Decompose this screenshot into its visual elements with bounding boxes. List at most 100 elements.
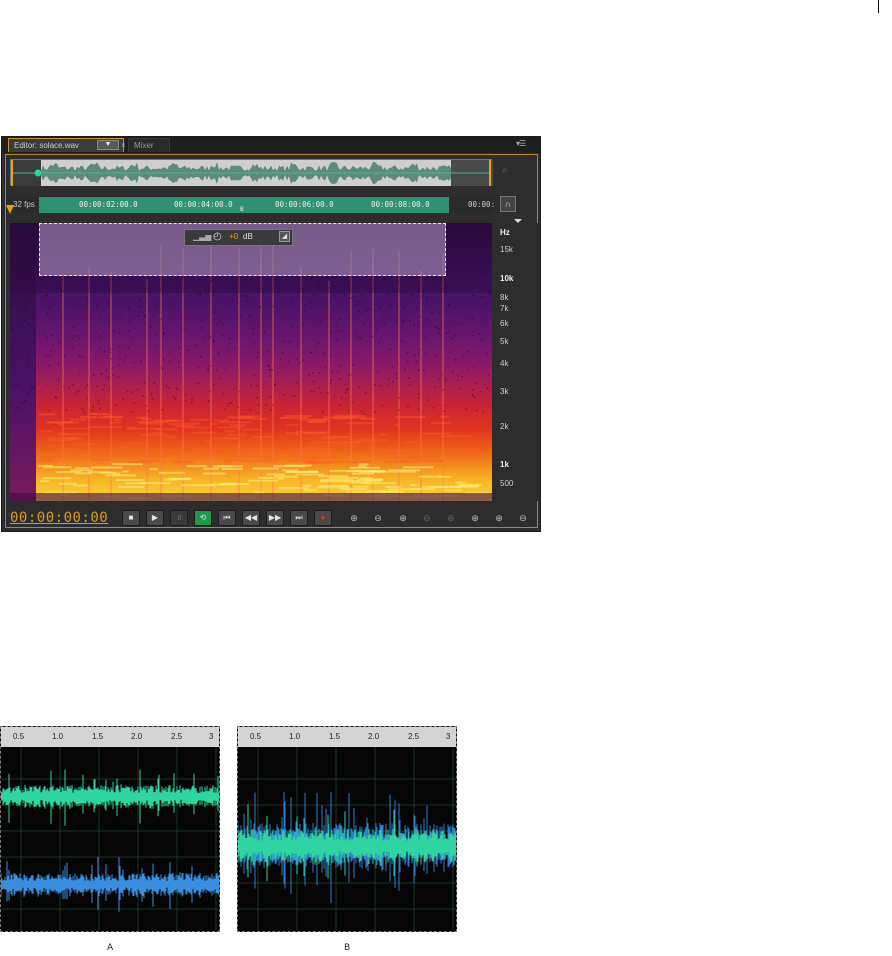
harmonic-band [41,456,63,459]
pin-icon[interactable]: ◢ [279,231,290,242]
harmonic-band [70,418,86,421]
volume-knob-icon[interactable]: ◴ [213,231,222,242]
noise-speck [398,409,400,412]
noise-speck [95,338,97,340]
play-button[interactable]: ▶ [146,510,164,526]
headphones-icon[interactable]: ∩ [500,196,516,212]
noise-speck [71,346,74,349]
zoom-in-time-icon[interactable]: ⊕ [395,511,411,525]
zoom-out-time-icon[interactable]: ⊖ [419,511,435,525]
noise-speck [32,332,35,335]
tab-editor[interactable]: Editor: solace.wav ▼ × [8,138,126,153]
noise-speck [249,409,252,412]
freq-unit: Hz [500,228,510,237]
frame-rate-label: 32 fps [13,200,35,209]
record-button[interactable]: ● [314,510,332,526]
harmonic-band [308,461,319,464]
noise-speck [401,327,403,329]
harmonic-band [191,431,216,434]
current-time-display[interactable]: 00:00:00:00 [10,510,108,526]
tab-mixer[interactable]: Mixer [128,138,170,152]
noise-speck [109,351,112,354]
zoom-out-full-icon[interactable]: ⊖ [515,511,531,525]
zoom-to-selection-icon[interactable]: ⊕ [443,511,459,525]
freq-label: 15k [500,245,513,254]
noise-speck [427,399,429,401]
harmonic-band [463,451,482,454]
noise-speck [424,352,427,355]
harmonic-band [112,463,143,466]
noise-speck [358,386,360,388]
go-to-end-button[interactable]: ⏭ [290,510,308,526]
harmonic-band [125,426,136,429]
noise-speck [447,357,449,359]
noise-speck [405,319,407,321]
noise-speck [29,389,32,391]
harmonic-band [357,478,384,481]
fast-forward-button[interactable]: ▶▶ [266,510,284,526]
harmonic-band [183,426,210,429]
noise-speck [383,323,386,325]
panel-menu-icon[interactable]: ▾☰ [516,139,526,148]
noise-speck [98,347,101,350]
noise-speck [96,304,98,306]
noise-speck [437,328,440,330]
playhead-marker[interactable] [6,205,14,214]
noise-speck [163,332,165,334]
noise-speck [161,367,164,370]
noise-speck [389,304,392,307]
zoom-in-left-icon[interactable]: ⊕ [467,511,483,525]
noise-speck [194,345,196,348]
harmonic-band [122,442,146,445]
noise-speck [296,343,299,345]
time-ruler[interactable]: 00:00:02:00.0 00:00:04:00.0 00:00:06:00.… [7,197,495,213]
overview-waveform[interactable] [10,159,493,186]
pause-button[interactable]: ॥ [170,510,188,526]
noise-speck [339,364,342,367]
magnifier-icon[interactable]: ⌕ [502,165,508,176]
zoom-in-amplitude-icon[interactable]: ⊕ [346,511,362,525]
harmonic-band [284,414,314,417]
noise-speck [380,385,383,387]
harmonic-band [294,433,302,436]
freq-label: 6k [500,319,509,328]
noise-speck [466,350,469,353]
zoom-in-right-icon[interactable]: ⊕ [491,511,507,525]
noise-speck [217,351,220,354]
noise-speck [189,294,192,297]
rewind-button[interactable]: ◀◀ [242,510,260,526]
noise-speck [103,350,106,353]
harmonic-band [153,431,164,434]
noise-speck [163,358,165,361]
file-dropdown-icon[interactable]: ▼ [97,140,119,150]
harmonic-band [64,427,91,430]
harmonic-band [273,451,298,454]
harmonic-band [438,475,452,478]
zoom-out-amplitude-icon[interactable]: ⊖ [370,511,386,525]
stop-button[interactable]: ■ [122,510,140,526]
noise-speck [369,407,372,409]
harmonic-band [409,484,418,487]
noise-speck [250,384,252,387]
volume-value[interactable]: +0 [229,232,238,241]
harmonic-band [213,419,229,422]
noise-speck [107,301,109,304]
volume-hud[interactable]: ▁▃▅ ◴ +0 dB ◢ [184,229,293,246]
close-icon[interactable]: × [121,139,126,153]
scale-menu-icon[interactable] [514,219,522,223]
noise-speck [361,312,363,315]
noise-speck [11,344,13,347]
harmonic-band [141,433,168,436]
go-to-start-button[interactable]: ⏮ [218,510,236,526]
harmonic-band [363,482,397,485]
harmonic-band [429,486,462,489]
loop-button[interactable]: ⟲ [194,510,212,526]
noise-speck [187,349,190,352]
harmonic-band [440,435,471,438]
noise-speck [27,354,29,356]
harmonic-band [48,421,72,424]
noise-speck [47,409,50,412]
noise-speck [426,319,428,321]
noise-speck [136,388,139,391]
noise-speck [117,376,119,378]
